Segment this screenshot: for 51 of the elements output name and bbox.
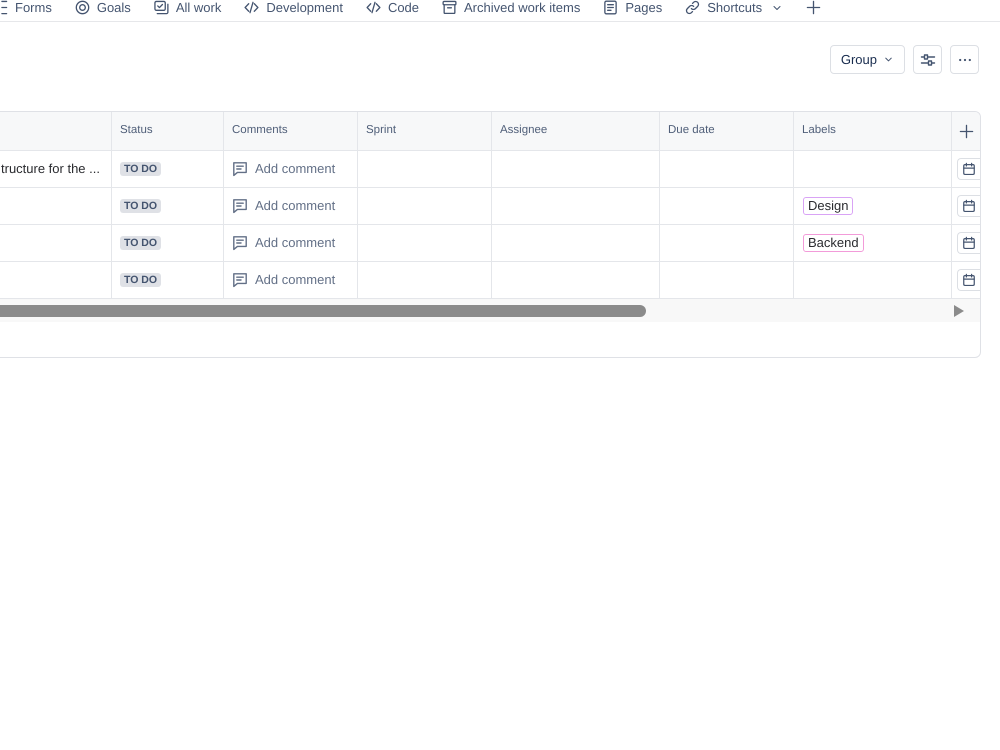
plus-icon[interactable] [958,124,974,138]
group-button[interactable]: Group [830,45,905,74]
nav-tab[interactable]: Forms [0,0,52,15]
add-comment-button[interactable]: Add comment [232,159,336,179]
nav-tab[interactable]: Shortcuts [685,0,784,15]
add-comment-button[interactable]: Add comment [232,270,336,290]
column-header[interactable]: Sprint [366,122,396,140]
column-header[interactable]: Assignee [500,122,548,140]
column-header[interactable]: Labels [802,122,836,140]
document-icon [603,0,618,15]
calendar-icon [962,273,976,287]
status-badge[interactable]: TO DO [120,273,162,287]
scroll-right-arrow-icon[interactable] [954,304,964,316]
link-icon [685,0,700,15]
status-badge[interactable]: TO DO [120,236,162,250]
nav-tab[interactable]: Archived work items [442,0,580,15]
comment-icon [232,235,248,251]
calendar-button[interactable] [957,269,980,291]
status-badge[interactable]: TO DO [120,162,162,176]
comment-icon [232,198,248,214]
calendar-button[interactable] [957,195,980,217]
label-tag[interactable]: Backend [803,234,864,252]
calendar-icon [962,199,976,213]
nav-tab[interactable]: Goals [74,0,131,15]
code-icon [244,0,260,15]
table-cell-text: tructure for the ... [1,160,100,178]
nav-tab[interactable]: All work [154,0,222,15]
label-tag[interactable]: Design [803,197,854,215]
calendar-button[interactable] [957,158,980,180]
add-comment-button[interactable]: Add comment [232,233,336,253]
sliders-icon [920,52,936,68]
filter-button[interactable] [913,45,942,74]
nav-tab[interactable]: Pages [603,0,662,15]
nav-tab[interactable]: Development [244,0,343,15]
nav-tab[interactable]: Code [366,0,420,15]
column-header[interactable]: Due date [668,122,715,140]
column-header[interactable]: Comments [232,122,288,140]
scrollbar-thumb[interactable] [0,304,646,316]
calendar-icon [962,162,976,176]
calendar-button[interactable] [957,232,980,254]
target-icon [74,0,90,15]
checkbox-window-icon [154,0,169,15]
comment-icon [232,272,248,288]
column-header[interactable]: Status [120,122,153,140]
calendar-icon [962,236,976,250]
plus-icon[interactable] [806,0,822,15]
archive-box-icon [442,0,458,15]
add-comment-button[interactable]: Add comment [232,196,336,216]
status-badge[interactable]: TO DO [120,199,162,213]
comment-icon [232,161,248,177]
code-icon [366,0,381,15]
